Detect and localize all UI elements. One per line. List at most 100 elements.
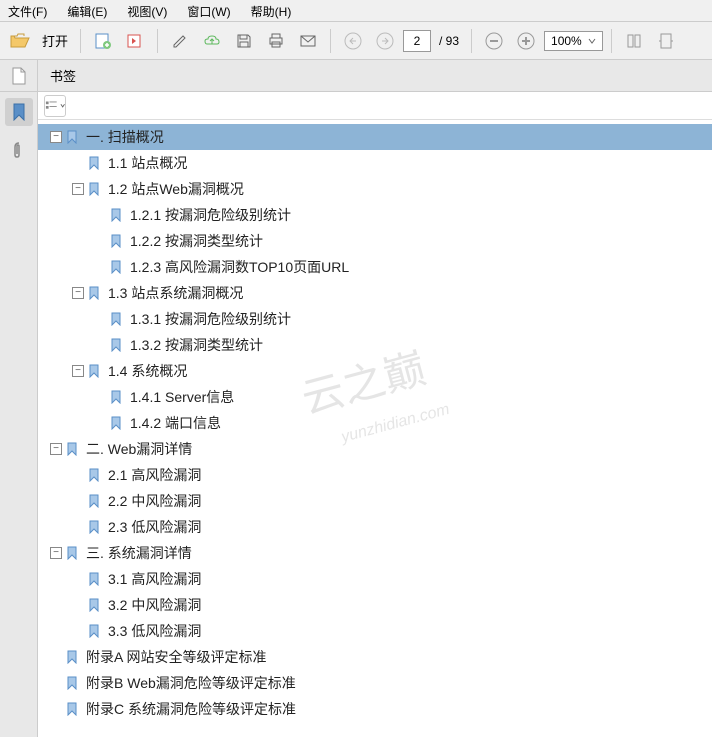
zoom-value: 100%	[551, 34, 582, 48]
zoom-select[interactable]: 100%	[544, 31, 603, 51]
collapse-toggle[interactable]: −	[72, 287, 84, 299]
prev-page-button[interactable]	[339, 27, 367, 55]
page-total: / 93	[435, 34, 463, 48]
document-tab-icon[interactable]	[0, 60, 38, 91]
menu-file[interactable]: 文件(F)	[4, 2, 51, 19]
bookmark-node[interactable]: 1.2.3 高风险漏洞数TOP10页面URL	[38, 254, 712, 280]
bookmarks-tab[interactable]	[5, 98, 33, 126]
bookmark-icon	[110, 312, 124, 326]
chevron-down-icon	[60, 103, 65, 109]
email-button[interactable]	[294, 27, 322, 55]
bookmark-node[interactable]: 2.1 高风险漏洞	[38, 462, 712, 488]
create-note-button[interactable]	[89, 27, 117, 55]
bookmark-icon	[88, 520, 102, 534]
bookmark-node[interactable]: 附录C 系统漏洞危险等级评定标准	[38, 696, 712, 722]
bookmark-icon	[110, 208, 124, 222]
separator	[330, 29, 331, 53]
bookmark-label: 2.3 低风险漏洞	[108, 517, 201, 537]
open-button[interactable]	[6, 27, 34, 55]
bookmark-node[interactable]: 1.4.2 端口信息	[38, 410, 712, 436]
fit-page-button[interactable]	[620, 27, 648, 55]
sidebar	[0, 92, 38, 737]
bookmark-node[interactable]: − 1.3 站点系统漏洞概况	[38, 280, 712, 306]
menu-help[interactable]: 帮助(H)	[247, 2, 296, 19]
bookmark-label: 1.4 系统概况	[108, 361, 187, 381]
bookmark-node[interactable]: 1.2.1 按漏洞危险级别统计	[38, 202, 712, 228]
bookmark-node[interactable]: 2.3 低风险漏洞	[38, 514, 712, 540]
bookmark-icon	[88, 364, 102, 378]
menu-view[interactable]: 视图(V)	[123, 2, 171, 19]
menu-window[interactable]: 窗口(W)	[183, 2, 234, 19]
tab-title: 书签	[38, 66, 88, 85]
options-button[interactable]	[44, 95, 66, 117]
bookmark-label: 1.2.1 按漏洞危险级别统计	[130, 205, 291, 225]
bookmark-node[interactable]: 1.3.1 按漏洞危险级别统计	[38, 306, 712, 332]
bookmark-label: 1.1 站点概况	[108, 153, 187, 173]
fit-width-button[interactable]	[652, 27, 680, 55]
bookmark-label: 1.3 站点系统漏洞概况	[108, 283, 243, 303]
bookmark-node[interactable]: 3.1 高风险漏洞	[38, 566, 712, 592]
bookmark-icon	[88, 598, 102, 612]
bookmark-icon	[110, 260, 124, 274]
separator	[471, 29, 472, 53]
bookmark-node[interactable]: − 1.2 站点Web漏洞概况	[38, 176, 712, 202]
bookmark-node[interactable]: − 三. 系统漏洞详情	[38, 540, 712, 566]
bookmark-node[interactable]: 3.2 中风险漏洞	[38, 592, 712, 618]
collapse-toggle[interactable]: −	[72, 183, 84, 195]
bookmark-node[interactable]: 1.3.2 按漏洞类型统计	[38, 332, 712, 358]
bookmark-label: 附录A 网站安全等级评定标准	[86, 647, 266, 667]
print-button[interactable]	[262, 27, 290, 55]
chevron-down-icon	[588, 37, 596, 45]
bookmark-node[interactable]: − 一. 扫描概况	[38, 124, 712, 150]
bookmark-node[interactable]: 附录A 网站安全等级评定标准	[38, 644, 712, 670]
bookmark-icon	[66, 676, 80, 690]
bookmark-node[interactable]: 1.4.1 Server信息	[38, 384, 712, 410]
bookmark-label: 3.2 中风险漏洞	[108, 595, 201, 615]
collapse-toggle[interactable]: −	[72, 365, 84, 377]
bookmark-icon	[110, 234, 124, 248]
convert-button[interactable]	[121, 27, 149, 55]
bookmark-label: 1.2.3 高风险漏洞数TOP10页面URL	[130, 257, 349, 277]
bookmark-label: 1.2.2 按漏洞类型统计	[130, 231, 263, 251]
bookmark-label: 1.3.1 按漏洞危险级别统计	[130, 309, 291, 329]
bookmark-icon	[88, 182, 102, 196]
bookmark-label: 1.3.2 按漏洞类型统计	[130, 335, 263, 355]
bookmark-node[interactable]: 1.2.2 按漏洞类型统计	[38, 228, 712, 254]
bookmark-icon	[110, 416, 124, 430]
separator	[611, 29, 612, 53]
bookmark-icon	[88, 156, 102, 170]
bookmark-label: 一. 扫描概况	[86, 127, 164, 147]
collapse-toggle[interactable]: −	[50, 547, 62, 559]
edit-button[interactable]	[166, 27, 194, 55]
bookmark-icon	[88, 494, 102, 508]
bookmark-node[interactable]: − 1.4 系统概况	[38, 358, 712, 384]
zoom-out-button[interactable]	[480, 27, 508, 55]
separator	[80, 29, 81, 53]
bookmark-tree: − 一. 扫描概况 1.1 站点概况 − 1.2 站点Web漏洞概况 1.2.1 按漏洞危…	[38, 120, 712, 726]
bookmark-label: 1.2 站点Web漏洞概况	[108, 179, 244, 199]
open-label: 打开	[38, 31, 72, 50]
menu-edit[interactable]: 编辑(E)	[63, 2, 111, 19]
bookmark-node[interactable]: −二. Web漏洞详情	[38, 436, 712, 462]
next-page-button[interactable]	[371, 27, 399, 55]
zoom-in-button[interactable]	[512, 27, 540, 55]
separator	[157, 29, 158, 53]
bookmark-label: 1.4.1 Server信息	[130, 387, 234, 407]
page-input[interactable]	[403, 30, 431, 52]
bookmark-label: 1.4.2 端口信息	[130, 413, 221, 433]
bookmark-label: 2.2 中风险漏洞	[108, 491, 201, 511]
bookmark-label: 三. 系统漏洞详情	[86, 543, 192, 563]
bookmark-node[interactable]: 1.1 站点概况	[38, 150, 712, 176]
bookmark-node[interactable]: 3.3 低风险漏洞	[38, 618, 712, 644]
collapse-toggle[interactable]: −	[50, 131, 62, 143]
bookmark-icon	[66, 442, 80, 456]
attachments-tab[interactable]	[5, 136, 33, 164]
save-button[interactable]	[230, 27, 258, 55]
bookmark-node[interactable]: 2.2 中风险漏洞	[38, 488, 712, 514]
bookmark-node[interactable]: 附录B Web漏洞危险等级评定标准	[38, 670, 712, 696]
bookmark-icon	[88, 624, 102, 638]
collapse-toggle[interactable]: −	[50, 443, 62, 455]
cloud-upload-button[interactable]	[198, 27, 226, 55]
pane-toolbar	[38, 92, 712, 120]
bookmark-icon	[88, 572, 102, 586]
